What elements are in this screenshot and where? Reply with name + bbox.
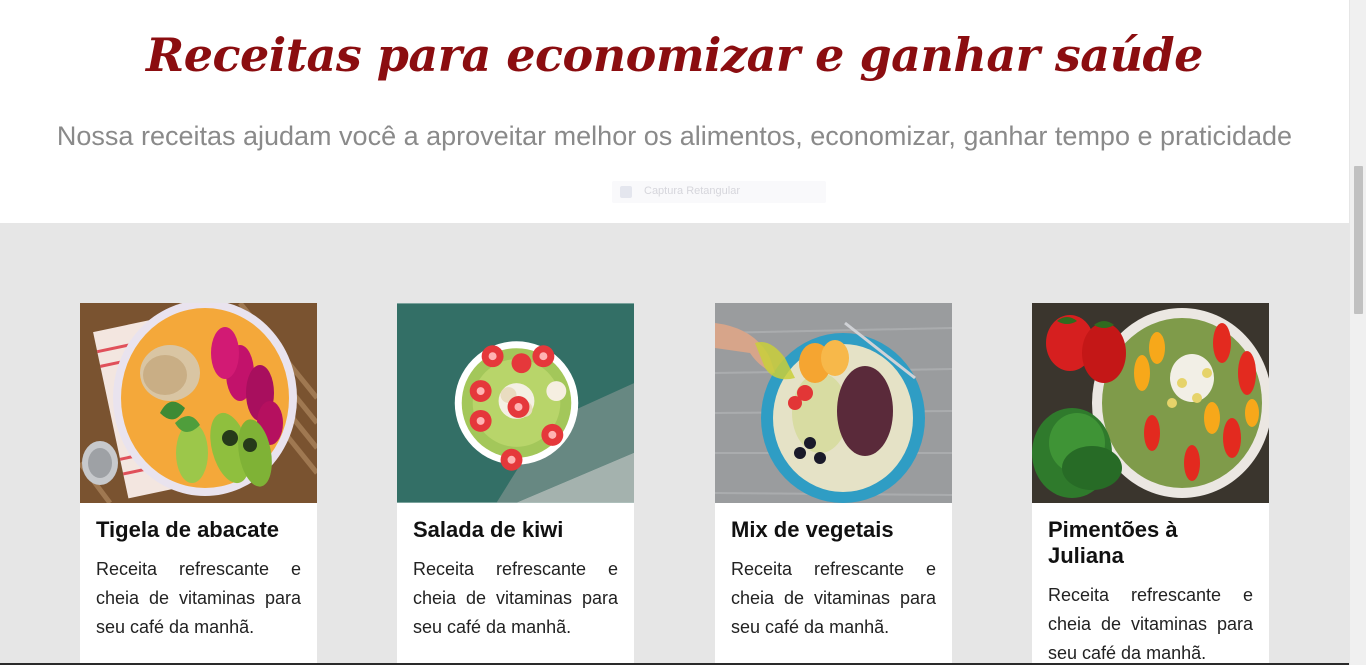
peppers-salad-photo[interactable] bbox=[1032, 303, 1269, 503]
capture-overlay: Captura Retangular bbox=[612, 181, 826, 203]
card-title[interactable]: Salada de kiwi bbox=[413, 517, 618, 543]
card-body: Salada de kiwi Receita refrescante e che… bbox=[397, 503, 634, 642]
scrollbar-thumb[interactable] bbox=[1354, 166, 1363, 314]
vertical-scrollbar[interactable] bbox=[1349, 0, 1366, 665]
vegetable-mix-photo[interactable] bbox=[715, 303, 952, 503]
recipe-card-vegetables[interactable]: Mix de vegetais Receita refrescante e ch… bbox=[715, 303, 952, 665]
card-body: Pimentões à Juliana Receita refrescante … bbox=[1032, 503, 1269, 665]
capture-label: Captura Retangular bbox=[644, 185, 741, 197]
card-title[interactable]: Pimentões à Juliana bbox=[1048, 517, 1253, 569]
hero-header: Receitas para economizar e ganhar saúde … bbox=[0, 0, 1349, 223]
recipe-card-avocado[interactable]: Tigela de abacate Receita refrescante e … bbox=[80, 303, 317, 665]
card-description: Receita refrescante e cheia de vitaminas… bbox=[731, 559, 936, 637]
card-title[interactable]: Tigela de abacate bbox=[96, 517, 301, 543]
recipe-card-kiwi[interactable]: Salada de kiwi Receita refrescante e che… bbox=[397, 303, 634, 665]
kiwi-salad-photo[interactable] bbox=[397, 303, 634, 503]
page-subtitle: Nossa receitas ajudam você a aproveitar … bbox=[56, 121, 1293, 151]
card-body: Tigela de abacate Receita refrescante e … bbox=[80, 503, 317, 642]
avocado-bowl-photo[interactable] bbox=[80, 303, 317, 503]
card-body: Mix de vegetais Receita refrescante e ch… bbox=[715, 503, 952, 642]
page-title: Receitas para economizar e ganhar saúde bbox=[146, 28, 1203, 82]
card-description: Receita refrescante e cheia de vitaminas… bbox=[413, 559, 618, 637]
card-description: Receita refrescante e cheia de vitaminas… bbox=[1048, 585, 1253, 663]
recipe-card-peppers[interactable]: Pimentões à Juliana Receita refrescante … bbox=[1032, 303, 1269, 665]
card-title[interactable]: Mix de vegetais bbox=[731, 517, 936, 543]
page: Receitas para economizar e ganhar saúde … bbox=[0, 0, 1366, 665]
recipes-section: Tigela de abacate Receita refrescante e … bbox=[0, 223, 1349, 665]
capture-icon bbox=[620, 186, 632, 198]
card-description: Receita refrescante e cheia de vitaminas… bbox=[96, 559, 301, 637]
